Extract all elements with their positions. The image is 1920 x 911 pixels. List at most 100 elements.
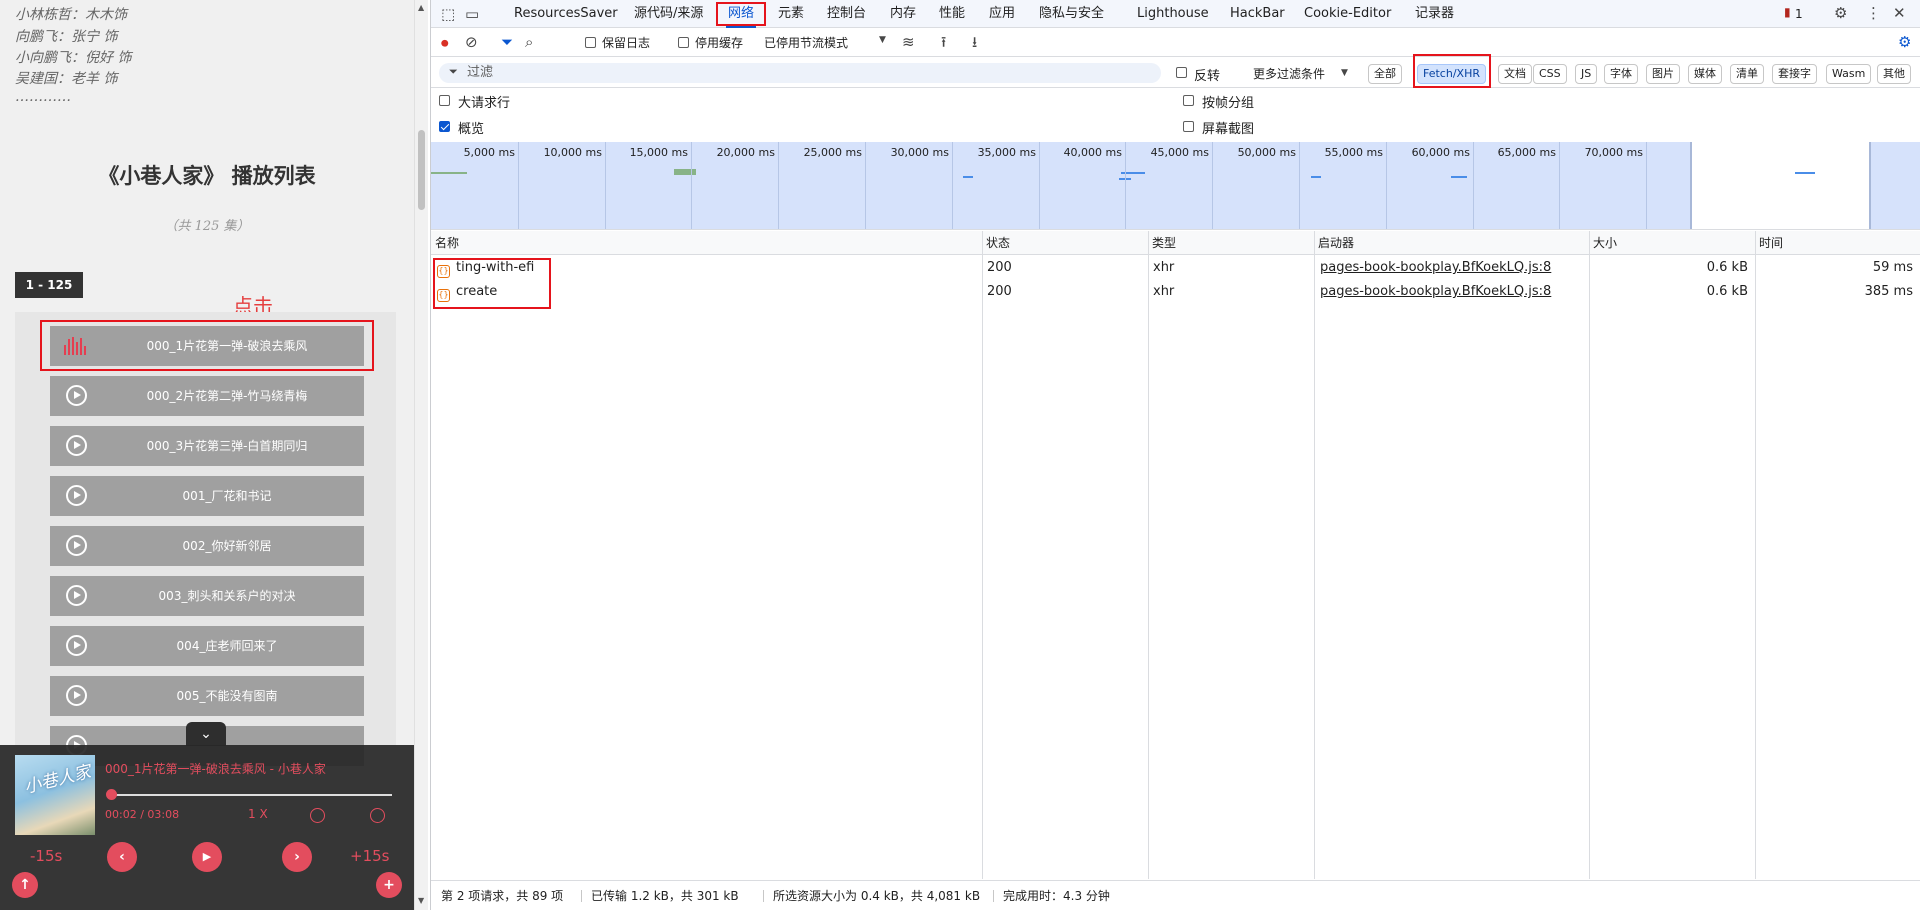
- episode-item[interactable]: 000_3片花第三弹-白首期同归: [50, 426, 364, 466]
- progress-handle[interactable]: [105, 789, 117, 800]
- tab-elements[interactable]: 元素: [778, 0, 804, 28]
- filter-chip-font[interactable]: 字体: [1604, 64, 1638, 84]
- clear-icon[interactable]: ⊘: [465, 33, 478, 51]
- preserve-log-checkbox[interactable]: [585, 37, 596, 48]
- previous-button[interactable]: ‹: [107, 842, 137, 872]
- play-circle-icon: [66, 635, 87, 656]
- column-header-time[interactable]: 时间: [1755, 231, 1920, 255]
- tab-sources[interactable]: 源代码/来源: [634, 0, 703, 28]
- timer-icon[interactable]: [310, 808, 325, 823]
- dropdown-arrow-icon[interactable]: ▼: [879, 35, 886, 45]
- column-header-status[interactable]: 状态: [982, 231, 1148, 255]
- filter-input[interactable]: 过滤: [439, 63, 1161, 83]
- filter-chip-all[interactable]: 全部: [1368, 64, 1402, 84]
- filter-chip-manifest[interactable]: 清单: [1730, 64, 1764, 84]
- filter-icon[interactable]: ⏷: [501, 33, 513, 51]
- more-menu-icon[interactable]: ⋮: [1866, 4, 1881, 22]
- tab-memory[interactable]: 内存: [890, 0, 916, 28]
- record-icon[interactable]: ⏺: [441, 34, 449, 52]
- tab-application[interactable]: 应用: [989, 0, 1015, 28]
- add-button[interactable]: +: [376, 872, 402, 898]
- filter-row: 过滤 ⏷ 反转 更多过滤条件 ▼ 全部 Fetch/XHR 文档 CSS JS …: [431, 54, 1920, 88]
- screenshots-checkbox[interactable]: [1183, 121, 1194, 132]
- column-header-size[interactable]: 大小: [1589, 231, 1755, 255]
- table-row[interactable]: {} create 200 xhr pages-book-bookplay.BfK…: [431, 280, 1920, 304]
- tab-console[interactable]: 控制台: [827, 0, 866, 28]
- column-header-initiator[interactable]: 启动器: [1314, 231, 1589, 255]
- forward-button[interactable]: +15s: [350, 847, 389, 865]
- column-header-type[interactable]: 类型: [1148, 231, 1314, 255]
- big-rows-label: 大请求行: [458, 96, 511, 111]
- request-initiator-link[interactable]: pages-book-bookplay.BfKoekLQ.js:8: [1320, 280, 1551, 304]
- web-page: 小林栋哲：木木饰 向鹏飞：张宁 饰 小向鹏飞：倪好 饰 吴建国：老羊 饰 …………: [0, 0, 414, 910]
- tab-cookie-editor[interactable]: Cookie-Editor: [1304, 0, 1391, 28]
- overview-gridline: [1646, 142, 1647, 229]
- request-type: xhr: [1153, 284, 1175, 299]
- issues-icon[interactable]: ▮: [1784, 5, 1791, 19]
- scroll-down-icon[interactable]: ▼: [418, 896, 424, 905]
- timeline-overview[interactable]: 5,000 ms 10,000 ms 15,000 ms 20,000 ms 25,00…: [431, 142, 1920, 230]
- device-toolbar-icon[interactable]: ▭: [465, 5, 479, 23]
- invert-checkbox[interactable]: [1176, 67, 1187, 78]
- episode-item[interactable]: 003_刺头和关系户的对决: [50, 576, 364, 616]
- episode-item[interactable]: 002_你好新邻居: [50, 526, 364, 566]
- export-har-icon[interactable]: ⭳: [972, 32, 977, 57]
- request-status: 200: [987, 284, 1012, 299]
- filter-chip-socket[interactable]: 套接字: [1772, 64, 1817, 84]
- rewind-button[interactable]: -15s: [30, 847, 62, 865]
- dropdown-arrow-icon[interactable]: ▼: [1341, 68, 1348, 78]
- filter-chip-css[interactable]: CSS: [1533, 64, 1567, 84]
- tab-privacy[interactable]: 隐私与安全: [1039, 0, 1104, 28]
- tab-resourcessaver[interactable]: ResourcesSaver: [514, 0, 618, 28]
- filter-chip-doc[interactable]: 文档: [1498, 64, 1532, 84]
- more-filters-dropdown[interactable]: 更多过滤条件: [1253, 65, 1325, 82]
- range-tab[interactable]: 1 - 125: [15, 272, 83, 298]
- filter-chip-js[interactable]: JS: [1575, 64, 1598, 84]
- episode-label: 000_2片花第二弹-竹马绕青梅: [146, 389, 308, 403]
- scroll-top-button[interactable]: ↑: [12, 872, 38, 898]
- progress-bar[interactable]: [108, 794, 392, 796]
- overview-gridline: [1299, 142, 1300, 229]
- speed-button[interactable]: 1 X: [248, 807, 268, 821]
- tab-hackbar[interactable]: HackBar: [1230, 0, 1285, 28]
- disable-cache-checkbox[interactable]: [678, 37, 689, 48]
- episode-item[interactable]: 000_2片花第二弹-竹马绕青梅: [50, 376, 364, 416]
- column-header-name[interactable]: 名称: [431, 231, 982, 255]
- play-button[interactable]: ▶: [192, 842, 222, 872]
- devtools-tabbar: ⬚ ▭ ResourcesSaver 源代码/来源 网络 元素 控制台 内存 性…: [431, 0, 1920, 28]
- network-settings-icon[interactable]: ⚙: [1898, 33, 1911, 51]
- episode-item[interactable]: 005_不能没有图南: [50, 676, 364, 716]
- network-conditions-icon[interactable]: ≋: [902, 33, 915, 51]
- filter-chip-wasm[interactable]: Wasm: [1826, 64, 1872, 84]
- tab-lighthouse[interactable]: Lighthouse: [1137, 0, 1209, 28]
- filter-chip-media[interactable]: 媒体: [1688, 64, 1722, 84]
- episode-item[interactable]: 001_厂花和书记: [50, 476, 364, 516]
- episode-item[interactable]: 004_庄老师回来了: [50, 626, 364, 666]
- overview-tick-label: 35,000 ms: [977, 146, 1036, 159]
- overview-selection-window[interactable]: [1690, 142, 1871, 229]
- request-initiator-link[interactable]: pages-book-bookplay.BfKoekLQ.js:8: [1320, 256, 1551, 280]
- issues-count[interactable]: 1: [1795, 0, 1803, 28]
- scroll-up-icon[interactable]: ▲: [418, 3, 424, 12]
- settings-icon[interactable]: ⚙: [1834, 4, 1847, 22]
- finish-time: 完成用时：4.3 分钟: [1003, 889, 1110, 903]
- filter-chip-img[interactable]: 图片: [1646, 64, 1680, 84]
- collapse-player-button[interactable]: ⌄: [186, 722, 226, 746]
- close-icon[interactable]: ✕: [1893, 4, 1906, 22]
- inspect-icon[interactable]: ⬚: [441, 5, 455, 23]
- overview-checkbox[interactable]: [439, 121, 450, 132]
- big-rows-checkbox[interactable]: [439, 95, 450, 106]
- throttle-select[interactable]: 已停用节流模式: [764, 34, 848, 51]
- page-scrollbar[interactable]: ▲ ▼: [414, 0, 428, 910]
- filter-chip-other[interactable]: 其他: [1877, 64, 1911, 84]
- table-row[interactable]: {} ting-with-efi 200 xhr pages-book-bookp…: [431, 256, 1920, 280]
- group-by-frame-checkbox[interactable]: [1183, 95, 1194, 106]
- screenshots-label: 屏幕截图: [1202, 122, 1255, 137]
- scroll-thumb[interactable]: [418, 130, 425, 210]
- settings-icon[interactable]: [370, 808, 385, 823]
- tab-performance[interactable]: 性能: [939, 0, 965, 28]
- next-button[interactable]: ›: [282, 842, 312, 872]
- import-har-icon[interactable]: ⭱: [941, 32, 946, 57]
- search-icon[interactable]: ⌕: [525, 33, 533, 51]
- tab-recorder[interactable]: 记录器: [1415, 0, 1454, 28]
